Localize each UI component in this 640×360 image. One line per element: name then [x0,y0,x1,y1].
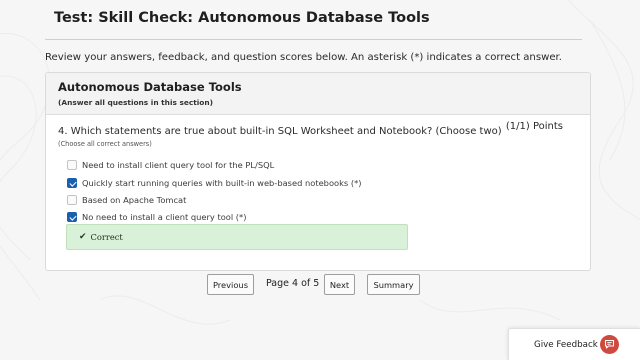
page-indicator: Page 4 of 5 [266,278,320,289]
answer-option[interactable]: Quickly start running queries with built… [67,177,362,189]
checkmark-icon: ✔ [79,232,87,242]
page-title: Test: Skill Check: Autonomous Database T… [54,10,430,26]
section-title: Autonomous Database Tools [58,80,242,94]
answer-label: Quickly start running queries with built… [82,178,362,188]
next-button[interactable]: Next [324,274,355,295]
summary-button[interactable]: Summary [367,274,420,295]
answer-checkbox[interactable] [67,212,77,222]
give-feedback-label: Give Feedback [534,340,598,350]
question-points: (1/1) Points [505,121,563,132]
answer-option[interactable]: Based on Apache Tomcat [67,194,186,206]
speech-bubble-icon[interactable] [600,335,619,354]
answer-label: Based on Apache Tomcat [82,195,187,205]
feedback-correct-banner: ✔ Correct [66,224,408,250]
section-header: Autonomous Database Tools (Answer all qu… [46,73,590,115]
answer-checkbox[interactable] [67,160,77,170]
question-text: 4. Which statements are true about built… [58,126,502,137]
answer-label: Need to install client query tool for th… [82,160,275,170]
answer-option[interactable]: No need to install a client query tool (… [67,211,246,223]
section-card: Autonomous Database Tools (Answer all qu… [45,72,591,271]
title-divider [45,39,582,40]
review-instructions: Review your answers, feedback, and quest… [45,52,562,63]
answer-label: No need to install a client query tool (… [82,212,247,222]
answer-checkbox[interactable] [67,178,77,188]
answer-option[interactable]: Need to install client query tool for th… [67,159,274,171]
section-subtitle: (Answer all questions in this section) [58,98,214,107]
question-hint: (Choose all correct answers) [58,140,152,148]
previous-button[interactable]: Previous [207,274,254,295]
give-feedback-widget[interactable]: Give Feedback [508,328,640,360]
answer-checkbox[interactable] [67,195,77,205]
feedback-text: Correct [90,232,123,242]
